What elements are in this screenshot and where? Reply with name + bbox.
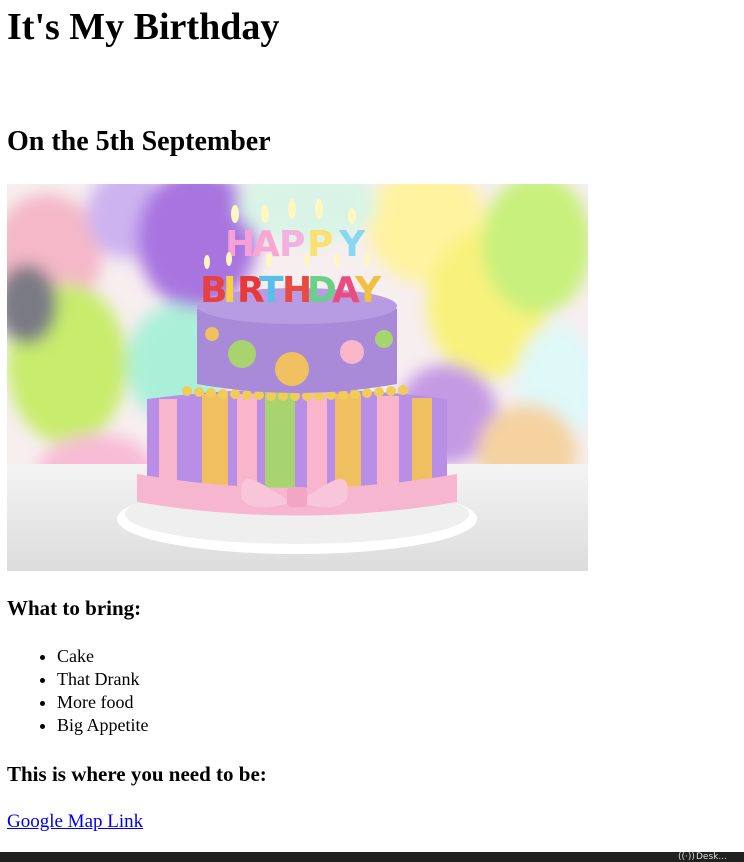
wifi-icon[interactable]: ((·)) bbox=[678, 852, 695, 862]
svg-text:P: P bbox=[307, 224, 333, 265]
list-item: That Drank bbox=[57, 668, 149, 691]
taskbar: ((·)) Desk... bbox=[0, 852, 744, 862]
list-item: Big Appetite bbox=[57, 714, 149, 737]
page-title: It's My Birthday bbox=[7, 6, 280, 48]
location-heading: This is where you need to be: bbox=[7, 762, 267, 786]
svg-text:Y: Y bbox=[338, 224, 366, 265]
svg-text:Y: Y bbox=[354, 270, 382, 311]
list-item: Cake bbox=[57, 645, 149, 668]
what-to-bring-heading: What to bring: bbox=[7, 596, 142, 620]
tray-label[interactable]: Desk... bbox=[696, 852, 744, 862]
svg-text:P: P bbox=[279, 224, 305, 265]
birthday-cake-image: H A P P Y B I R T H D A Y bbox=[7, 184, 588, 571]
date-heading: On the 5th September bbox=[7, 126, 271, 157]
svg-text:T: T bbox=[259, 270, 284, 311]
list-item: More food bbox=[57, 691, 149, 714]
bring-list: Cake That Drank More food Big Appetite bbox=[7, 645, 149, 737]
google-map-link[interactable]: Google Map Link bbox=[7, 810, 143, 834]
svg-text:A: A bbox=[252, 224, 280, 265]
system-tray: ((·)) Desk... bbox=[678, 852, 744, 862]
svg-text:I: I bbox=[223, 270, 236, 311]
